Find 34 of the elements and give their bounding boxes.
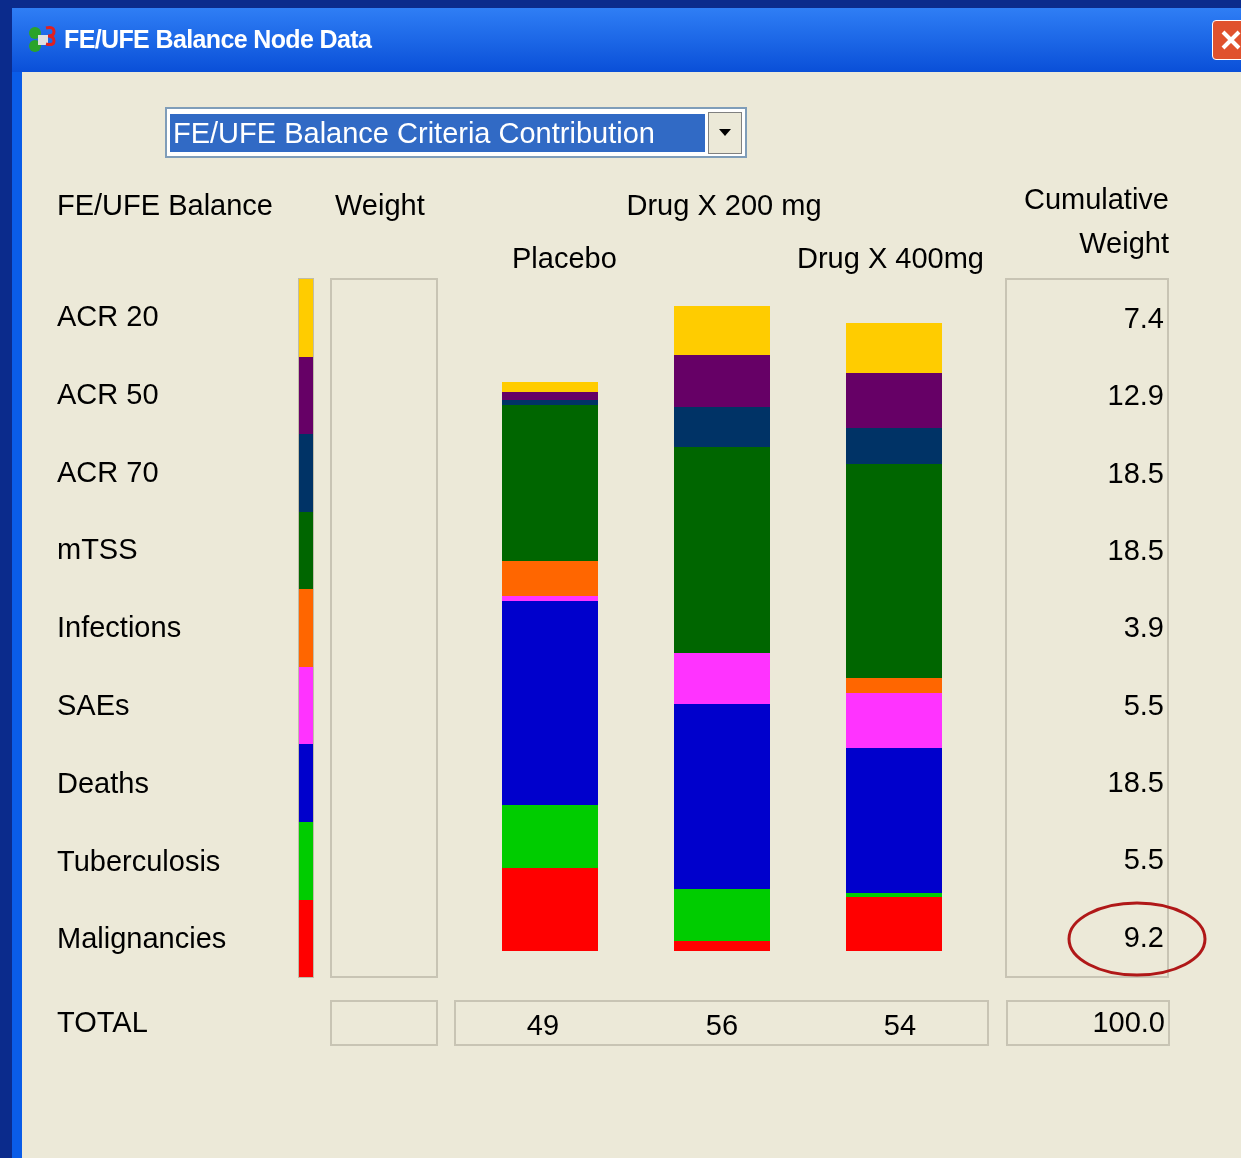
- criterion-label: Malignancies: [57, 921, 227, 957]
- cumulative-weight-value: 5.5: [1123, 842, 1164, 878]
- cumulative-weight-value: 18.5: [1107, 764, 1164, 800]
- total-label: TOTAL: [57, 1005, 148, 1041]
- criterion-label: Infections: [57, 610, 182, 646]
- criterion-label: mTSS: [57, 532, 138, 568]
- cumulative-weight-value: 18.5: [1107, 455, 1164, 491]
- total-value: 54: [882, 1008, 918, 1043]
- column-header: Placebo: [512, 240, 617, 276]
- criterion-label: ACR 50: [57, 376, 159, 412]
- column-header: Drug X 400mg: [797, 240, 984, 276]
- column-header: Weight: [334, 188, 426, 223]
- window-title: FE/UFE Balance Node Data: [64, 24, 372, 56]
- criterion-label: SAEs: [57, 688, 130, 724]
- criterion-label: ACR 20: [57, 299, 159, 335]
- total-value: 56: [704, 1008, 740, 1043]
- column-header: Drug X 200 mg: [626, 188, 822, 223]
- close-icon: [1220, 29, 1241, 51]
- caret-icon: [719, 128, 731, 137]
- column-header: Cumulative Weight: [1022, 182, 1169, 261]
- cumulative-weight-value: 7.4: [1123, 300, 1164, 336]
- cumulative-weight-value: 5.5: [1123, 687, 1164, 723]
- criterion-label: ACR 70: [57, 454, 159, 490]
- close-button[interactable]: [1212, 20, 1241, 60]
- column-header: FE/UFE Balance: [57, 188, 274, 223]
- cumulative-weight-value: 12.9: [1107, 378, 1164, 414]
- criterion-label: Tuberculosis: [57, 843, 221, 879]
- cumulative-total-value: 100.0: [1092, 1005, 1165, 1041]
- dropdown[interactable]: FE/UFE Balance Criteria Contribution: [165, 107, 747, 158]
- cumulative-weight-value: 18.5: [1107, 532, 1164, 568]
- criterion-label: Deaths: [57, 765, 149, 801]
- total-value: 49: [525, 1008, 561, 1043]
- cumulative-weight-value: 3.9: [1123, 610, 1164, 646]
- cumulative-weight-value: 9.2: [1123, 919, 1164, 955]
